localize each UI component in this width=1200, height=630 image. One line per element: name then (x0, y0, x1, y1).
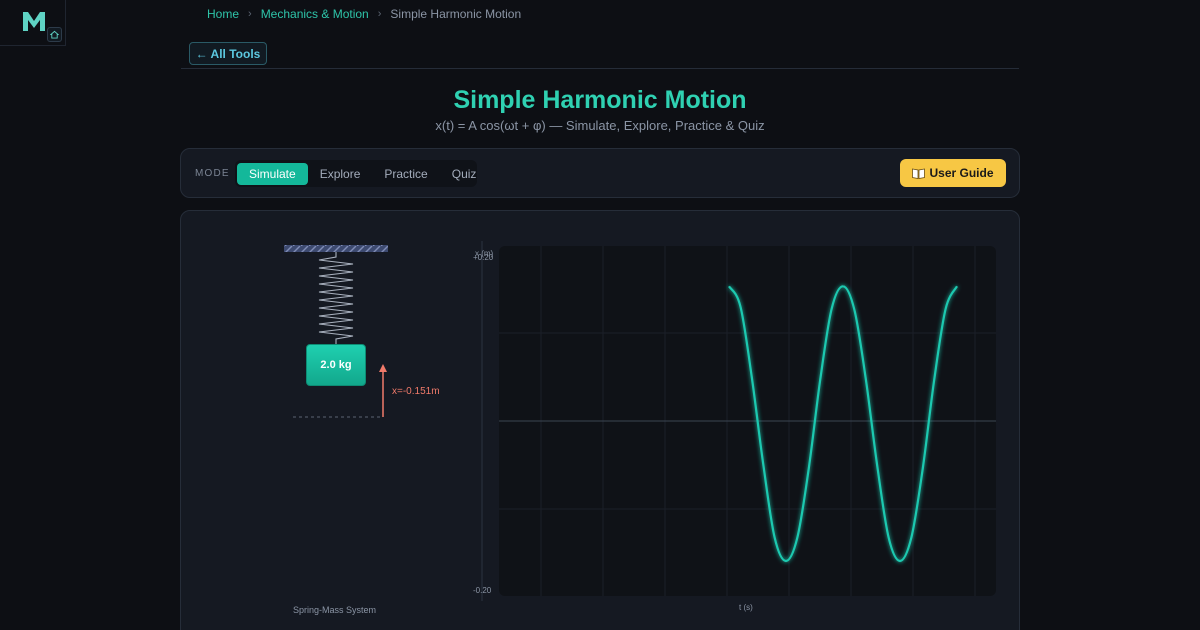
y-tick-bottom: -0.20 (473, 586, 492, 595)
mode-bar: MODE Simulate Explore Practice Quiz User… (180, 148, 1020, 198)
ceiling-mount (284, 245, 388, 252)
logo-icon[interactable] (21, 9, 47, 33)
page-subtitle: x(t) = A cos(ωt + φ) — Simulate, Explore… (435, 118, 765, 133)
book-icon (912, 168, 926, 179)
spring-coil (318, 252, 354, 344)
page-title: Simple Harmonic Motion (453, 86, 747, 114)
spring-mass-caption: Spring-Mass System (293, 605, 377, 615)
spring-mass-visual (284, 245, 388, 418)
displacement-label: x=-0.151m (392, 386, 440, 397)
mode-tabs: Simulate Explore Practice Quiz (235, 160, 477, 187)
home-icon[interactable] (47, 27, 62, 42)
mass-block[interactable]: 2.0 kg (306, 344, 366, 386)
logo-area (0, 0, 66, 46)
x-axis-label: t (s) (739, 603, 753, 612)
breadcrumb-current: Simple Harmonic Motion (390, 7, 522, 21)
all-tools-button[interactable]: ← All Tools (189, 42, 267, 65)
user-guide-label: User Guide (929, 166, 994, 180)
mode-label: MODE (195, 168, 230, 179)
user-guide-button[interactable]: User Guide (900, 159, 1006, 187)
breadcrumb-home-link[interactable]: Home (207, 7, 239, 21)
displacement-chart: x (m) +0.20 -0.20 t (s) (461, 229, 1001, 626)
breadcrumb: Home › Mechanics & Motion › Simple Harmo… (207, 7, 521, 21)
divider (181, 68, 1019, 69)
tab-practice[interactable]: Practice (372, 163, 439, 185)
tab-simulate[interactable]: Simulate (237, 162, 308, 185)
y-tick-top: +0.20 (473, 253, 494, 262)
simulation-panel: 2.0 kg x=-0.151m Spring-Mass System x (m… (180, 210, 1020, 630)
arrow-head-icon (379, 364, 387, 372)
breadcrumb-separator: › (377, 8, 382, 20)
tab-quiz[interactable]: Quiz (440, 163, 489, 185)
breadcrumb-separator: › (248, 8, 252, 20)
tab-explore[interactable]: Explore (308, 163, 373, 185)
breadcrumb-category-link[interactable]: Mechanics & Motion (261, 7, 369, 21)
